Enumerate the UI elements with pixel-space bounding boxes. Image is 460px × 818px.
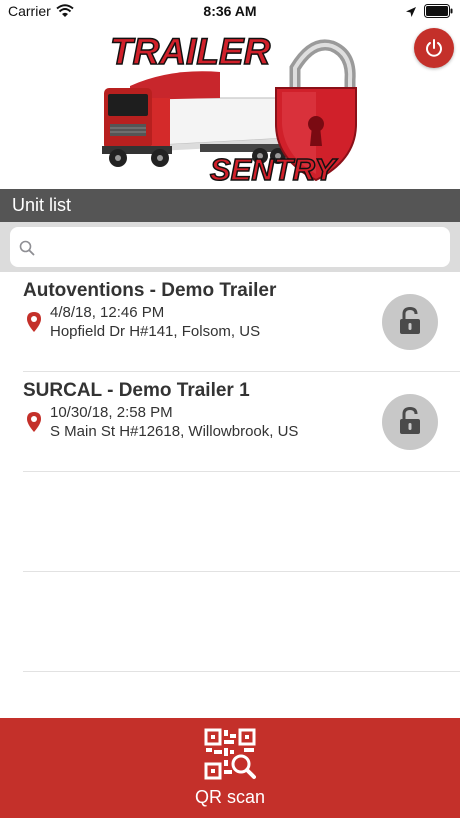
- unit-name: SURCAL - Demo Trailer 1: [23, 380, 250, 401]
- qr-scan-label: QR scan: [194, 787, 266, 807]
- unit-row[interactable]: Autoventions - Demo Trailer 4/8/18, 12:4…: [0, 272, 460, 372]
- battery-icon: [424, 4, 454, 23]
- power-button[interactable]: [414, 28, 454, 68]
- location-arrow-icon: [405, 5, 417, 23]
- logo-word-bottom: SENTRY: [210, 152, 339, 186]
- row-divider: [23, 571, 460, 572]
- search-bar: [0, 222, 460, 272]
- unit-list-header: Unit list: [0, 189, 460, 222]
- unlock-button[interactable]: [382, 394, 438, 450]
- unit-timestamp: 10/30/18, 2:58 PM: [50, 404, 173, 421]
- clock: 8:36 AM: [203, 3, 257, 19]
- unit-row[interactable]: SURCAL - Demo Trailer 1 10/30/18, 2:58 P…: [0, 372, 460, 472]
- row-divider: [23, 671, 460, 672]
- unlocked-padlock-icon: [400, 407, 420, 434]
- unit-address: S Main St H#12618, Willowbrook, US: [50, 423, 299, 440]
- qr-scan-icon: [204, 728, 256, 780]
- trailer-sentry-logo: TRAILER SENTRY: [100, 28, 360, 188]
- map-pin-icon: [27, 312, 41, 332]
- search-icon: [19, 240, 35, 256]
- unlock-button[interactable]: [382, 294, 438, 350]
- status-bar: Carrier 8:36 AM: [0, 0, 460, 24]
- map-pin-icon: [27, 412, 41, 432]
- row-divider: [23, 471, 460, 472]
- unit-address: Hopfield Dr H#141, Folsom, US: [50, 323, 261, 340]
- unit-name: Autoventions - Demo Trailer: [23, 280, 277, 301]
- unit-list-title: Unit list: [12, 195, 72, 215]
- search-input[interactable]: [42, 235, 446, 261]
- unlocked-padlock-icon: [400, 307, 420, 334]
- logo-word-top: TRAILER: [110, 31, 271, 72]
- unit-timestamp: 4/8/18, 12:46 PM: [50, 304, 165, 321]
- power-icon: [426, 39, 442, 57]
- qr-scan-button[interactable]: QR scan: [0, 718, 460, 818]
- search-field[interactable]: [10, 227, 450, 267]
